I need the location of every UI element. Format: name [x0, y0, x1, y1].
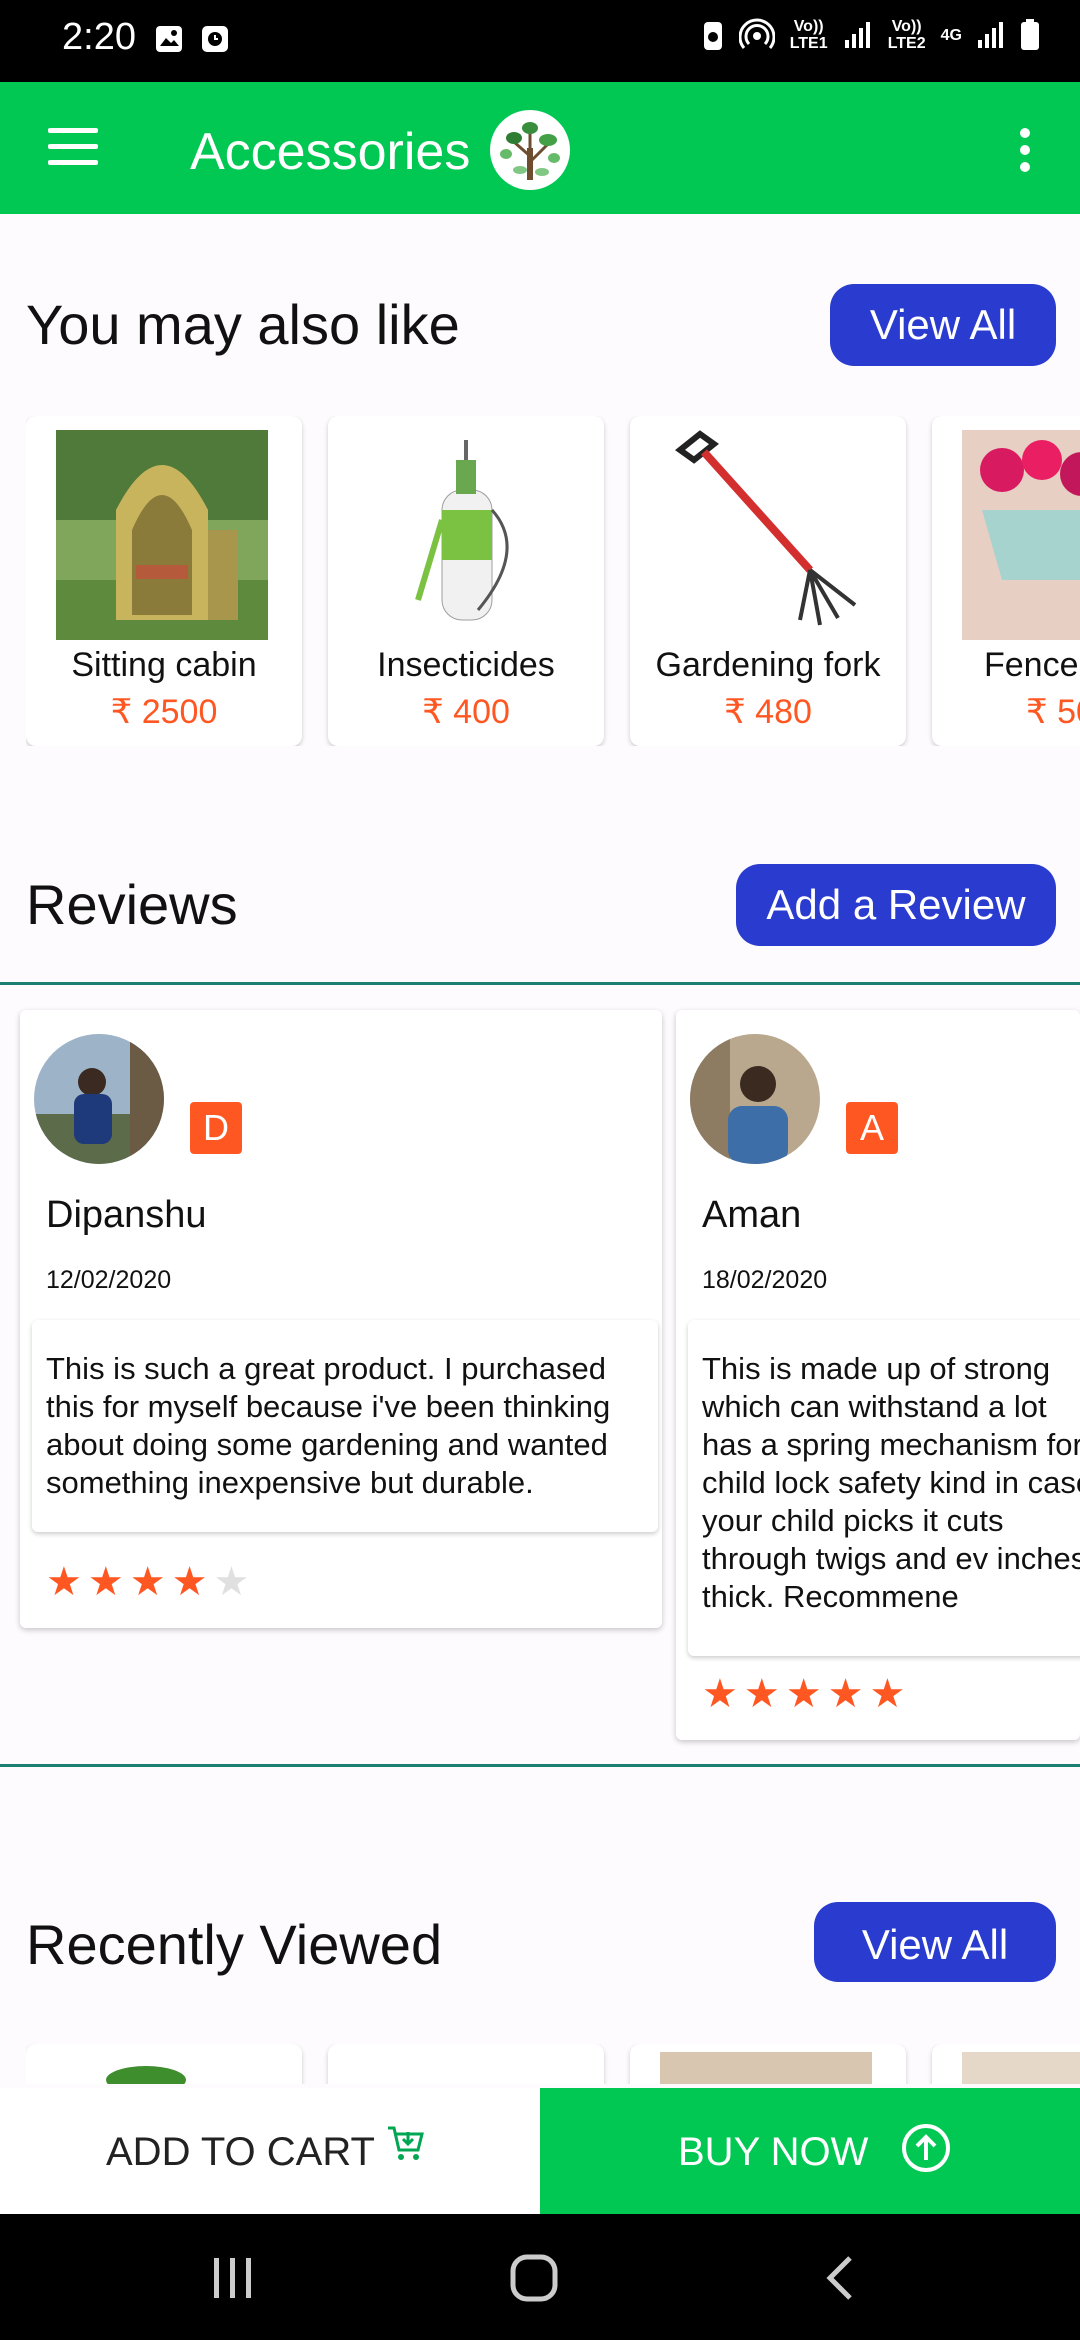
hamburger-menu-icon[interactable] — [48, 128, 98, 168]
buy-now-label: BUY NOW — [678, 2130, 869, 2174]
reviews-title: Reviews — [26, 873, 238, 936]
cart-icon — [388, 2126, 424, 2160]
insecticide-sprayer-image — [358, 430, 570, 640]
signal-sim1-icon — [844, 22, 870, 48]
star-filled-icon: ★ — [702, 1672, 738, 1716]
view-all-button[interactable]: View All — [830, 284, 1056, 366]
product-card[interactable]: Fence ₹ 50 — [932, 416, 1080, 746]
star-filled-icon: ★ — [46, 1560, 82, 1604]
reviewer-initial-badge: A — [846, 1102, 898, 1154]
recent-apps-icon[interactable] — [208, 2252, 258, 2302]
recent-product-card[interactable] — [932, 2044, 1080, 2084]
star-filled-icon: ★ — [171, 1560, 208, 1604]
product-name: Fence — [984, 646, 1079, 684]
review-card: A Aman 18/02/2020 This is made up of str… — [676, 1010, 1080, 1740]
star-filled-icon: ★ — [129, 1560, 166, 1604]
more-vert-icon[interactable] — [1020, 128, 1032, 172]
recent-product-image — [962, 2052, 1080, 2084]
product-card[interactable]: Insecticides ₹ 400 — [328, 416, 604, 746]
hotspot-icon — [738, 18, 775, 49]
arrow-up-circle-icon — [902, 2124, 950, 2172]
network-type-label: 4G — [940, 26, 962, 44]
star-rating: ★ ★ ★ ★ ★ — [702, 1674, 905, 1714]
review-date: 12/02/2020 — [46, 1266, 172, 1294]
status-time: 2:20 — [62, 16, 136, 58]
product-price: ₹ 2500 — [110, 693, 218, 731]
star-empty-icon: ★ — [213, 1560, 250, 1604]
sim1-label: Vo)) LTE1 — [789, 18, 828, 52]
add-to-cart-button[interactable]: ADD TO CART — [0, 2088, 540, 2214]
product-name: Gardening fork — [655, 646, 881, 684]
gallery-notification-icon — [156, 26, 182, 52]
recent-product-card[interactable] — [328, 2044, 604, 2084]
star-filled-icon: ★ — [743, 1672, 780, 1716]
bottom-action-bar: ADD TO CART BUY NOW — [0, 2088, 1080, 2214]
reviewer-name: Aman — [702, 1194, 802, 1236]
star-rating: ★ ★ ★ ★ ★ — [46, 1562, 249, 1602]
fence-planter-image — [962, 430, 1080, 640]
app-bar: Accessories — [0, 82, 1080, 214]
reviews-divider-bottom — [0, 1764, 1080, 1767]
star-filled-icon: ★ — [87, 1560, 124, 1604]
reviews-divider-top — [0, 982, 1080, 985]
avatar — [34, 1034, 164, 1164]
product-name: Sitting cabin — [71, 646, 257, 684]
avatar — [690, 1034, 820, 1164]
recently-viewed-view-all-button[interactable]: View All — [814, 1902, 1056, 1982]
star-filled-icon: ★ — [827, 1672, 864, 1716]
product-name: Insecticides — [377, 646, 555, 684]
add-to-cart-label: ADD TO CART — [106, 2130, 375, 2174]
status-bar: 2:20 Vo)) LTE1 Vo)) LTE2 4G — [0, 0, 1080, 82]
back-icon[interactable] — [818, 2252, 862, 2306]
reviewer-initial-badge: D — [190, 1102, 242, 1154]
review-text: This is such a great product. I purchase… — [32, 1320, 658, 1532]
review-text: This is made up of strong which can with… — [688, 1320, 1080, 1656]
product-price: ₹ 50 — [1026, 693, 1080, 731]
reviewer-name: Dipanshu — [46, 1194, 207, 1236]
battery-saver-icon — [703, 22, 722, 50]
page-title: Accessories — [190, 123, 471, 181]
home-icon[interactable] — [508, 2252, 562, 2306]
product-price: ₹ 480 — [724, 693, 812, 731]
status-indicators: Vo)) LTE1 Vo)) LTE2 4G — [701, 18, 1040, 52]
clock-notification-icon — [202, 26, 228, 52]
sim2-label: Vo)) LTE2 — [887, 18, 926, 52]
add-review-button[interactable]: Add a Review — [736, 864, 1056, 946]
recently-viewed-title: Recently Viewed — [26, 1913, 443, 1976]
buy-now-button[interactable]: BUY NOW — [540, 2088, 1080, 2214]
product-card[interactable]: Sitting cabin ₹ 2500 — [26, 416, 302, 746]
battery-icon — [1021, 19, 1039, 50]
signal-sim2-icon — [978, 22, 1003, 48]
recent-product-card[interactable] — [26, 2044, 302, 2084]
star-filled-icon: ★ — [869, 1672, 906, 1716]
product-carousel[interactable]: Sitting cabin ₹ 2500 Insecticides ₹ 400 … — [26, 416, 1080, 746]
product-card[interactable]: Gardening fork ₹ 480 — [630, 416, 906, 746]
product-price: ₹ 400 — [422, 693, 510, 731]
recent-product-card[interactable] — [630, 2044, 906, 2084]
recent-product-image — [660, 2052, 872, 2084]
you-may-also-like-title: You may also like — [26, 293, 460, 356]
star-filled-icon: ★ — [785, 1672, 822, 1716]
tree-logo-icon — [490, 110, 570, 190]
review-date: 18/02/2020 — [702, 1266, 828, 1294]
sitting-cabin-image — [56, 430, 268, 640]
recently-viewed-carousel[interactable] — [26, 2044, 1080, 2084]
recent-plant-image — [106, 2066, 186, 2084]
system-navigation-bar — [0, 2214, 1080, 2340]
review-card: D Dipanshu 12/02/2020 This is such a gre… — [20, 1010, 662, 1628]
gardening-fork-image — [660, 430, 872, 640]
